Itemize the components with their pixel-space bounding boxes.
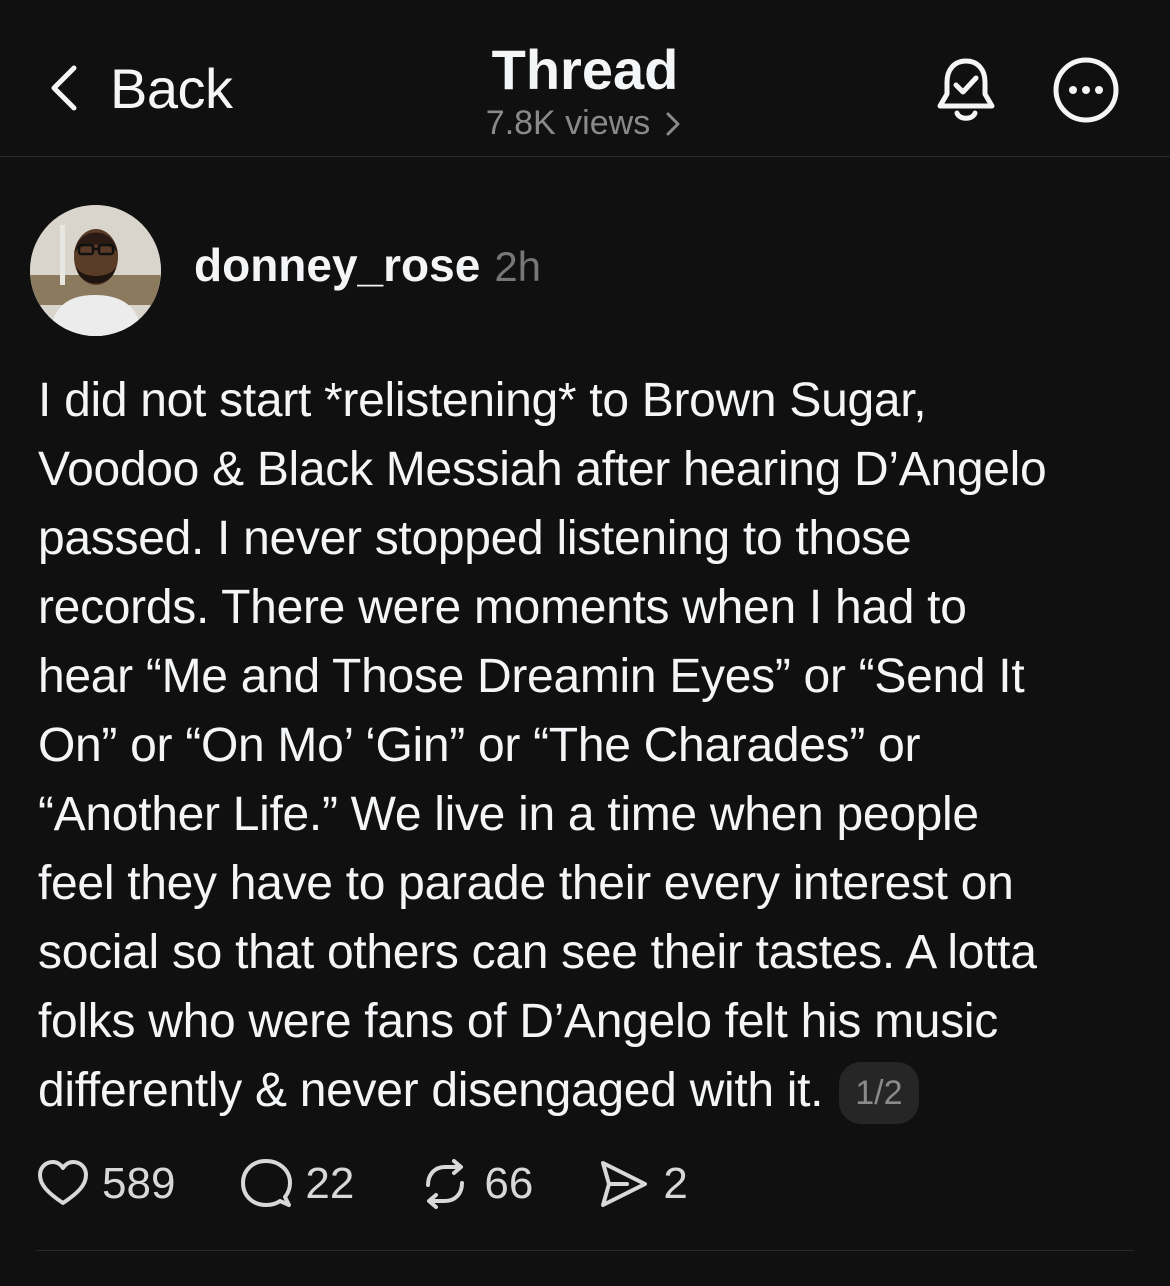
post-line: Voodoo & Black Messiah after hearing D’A…: [38, 443, 1047, 496]
post-divider: [36, 1250, 1134, 1251]
like-count: 589: [102, 1159, 176, 1208]
post-line: social so that others can see their tast…: [38, 926, 1037, 979]
avatar[interactable]: [30, 205, 161, 336]
chevron-left-icon: [51, 65, 77, 111]
comment-icon: [241, 1159, 293, 1207]
post-line: folks who were fans of D’Angelo felt his…: [38, 995, 998, 1048]
back-label: Back: [110, 56, 233, 120]
repost-button[interactable]: 66: [418, 1157, 533, 1211]
reply-button[interactable]: 22: [239, 1157, 354, 1211]
post-line: I did not start *relistening* to Brown S…: [38, 374, 927, 427]
avatar-image: [30, 205, 161, 336]
reply-count: 22: [305, 1159, 355, 1208]
top-bar: Back Thread 7.8K views: [0, 0, 1170, 157]
post-line: records. There were moments when I had t…: [38, 581, 967, 634]
timestamp: 2h: [494, 243, 542, 290]
author-row: donney_rose 2h: [194, 238, 541, 302]
send-icon: [601, 1161, 648, 1207]
post-line: “Another Life.” We live in a time when p…: [38, 788, 979, 841]
like-button[interactable]: 589: [36, 1157, 175, 1211]
action-bar: 589 22 66 2: [36, 1155, 752, 1213]
post-line: passed. I never stopped listening to tho…: [38, 512, 912, 565]
repost-count: 66: [484, 1159, 534, 1208]
username[interactable]: donney_rose: [194, 238, 480, 292]
heart-icon: [38, 1160, 88, 1205]
post-line-last: differently & never disengaged with it. 1…: [38, 1056, 1148, 1125]
post-text: I did not start *relistening* to Brown S…: [38, 366, 1148, 1125]
post-line: hear “Me and Those Dreamin Eyes” or “Sen…: [38, 650, 1025, 703]
more-circle-icon[interactable]: [1052, 56, 1120, 124]
back-button[interactable]: Back: [44, 56, 233, 120]
chevron-right-icon: [666, 112, 680, 135]
views-count: 7.8K views: [485, 104, 651, 142]
page-indicator[interactable]: 1/2: [839, 1062, 919, 1125]
share-button[interactable]: 2: [597, 1157, 688, 1211]
repost-icon: [426, 1159, 465, 1209]
post-line-text: differently & never disengaged with it.: [38, 1064, 824, 1117]
share-count: 2: [663, 1159, 688, 1208]
post-line: On” or “On Mo’ ‘Gin” or “The Charades” o…: [38, 719, 921, 772]
bell-check-icon[interactable]: [934, 56, 998, 126]
post-line: feel they have to parade their every int…: [38, 857, 1014, 910]
views-link[interactable]: 7.8K views: [486, 104, 684, 143]
